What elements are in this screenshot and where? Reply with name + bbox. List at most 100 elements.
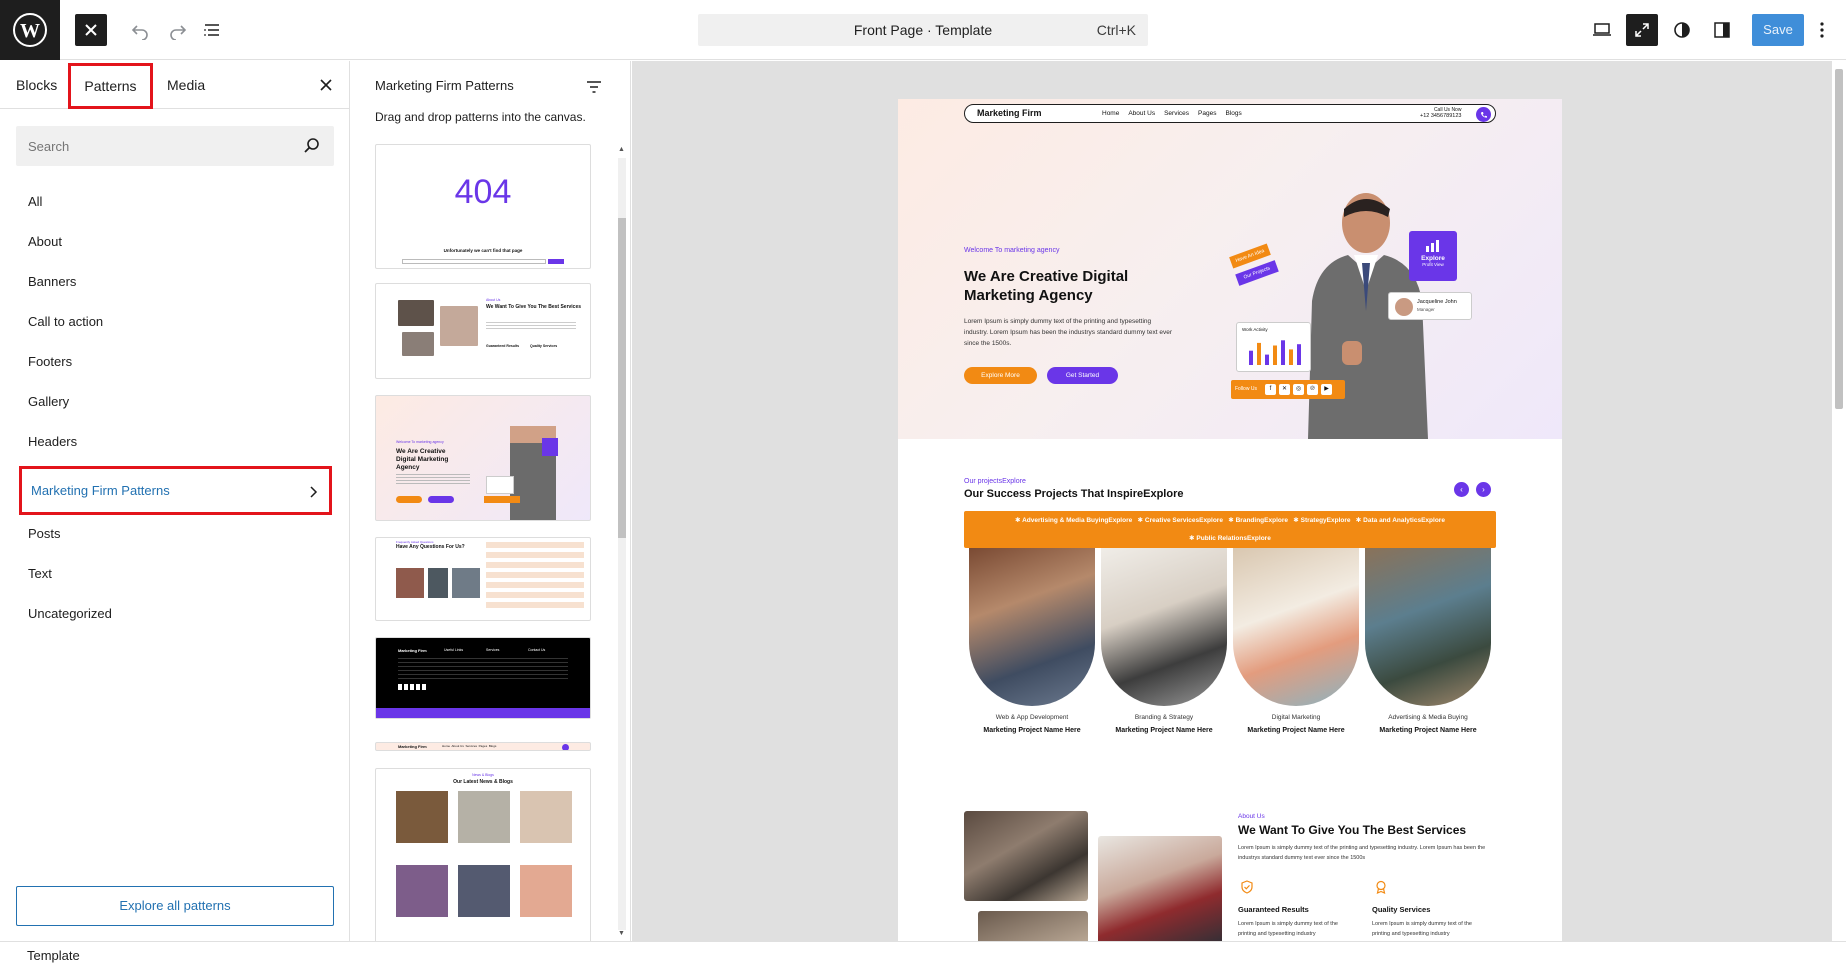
person-role: Manager <box>1417 307 1435 312</box>
category-text[interactable]: Text <box>16 554 334 594</box>
tab-blocks[interactable]: Blocks <box>16 61 57 109</box>
about-image-1 <box>964 811 1088 901</box>
styles-button[interactable] <box>1666 14 1698 46</box>
explore-all-patterns-button[interactable]: Explore all patterns <box>16 886 334 926</box>
site-header-nav[interactable]: Marketing Firm Home About Us Services Pa… <box>964 104 1496 123</box>
about-text: Lorem Ipsum is simply dummy text of the … <box>1238 845 1486 861</box>
breadcrumb-template[interactable]: Template <box>27 948 80 963</box>
explore-badge-sub: Profit View <box>1422 262 1444 267</box>
projects-kicker: Our projectsExplore <box>964 478 1026 485</box>
project-name-1[interactable]: Marketing Project Name Here <box>966 727 1098 734</box>
category-label: Marketing Firm Patterns <box>31 483 170 498</box>
settings-sidebar-button[interactable] <box>1706 14 1738 46</box>
project-card-image-2[interactable] <box>1101 548 1227 706</box>
category-posts[interactable]: Posts <box>16 514 334 554</box>
follow-us-bar: Follow Us f ✕ ◎ ℗ ▶ <box>1231 380 1345 399</box>
device-preview-button[interactable] <box>1586 14 1618 46</box>
category-footers[interactable]: Footers <box>16 342 334 382</box>
project-card-image-1[interactable] <box>969 548 1095 706</box>
explore-more-button[interactable]: Explore More <box>964 367 1037 384</box>
command-palette-bar[interactable]: Front Page · Template Ctrl+K <box>698 14 1148 46</box>
category-uncategorized[interactable]: Uncategorized <box>16 594 334 634</box>
filter-icon <box>587 81 601 93</box>
category-headers[interactable]: Headers <box>16 422 334 462</box>
hero-title: We Are Creative Digital Marketing Agency <box>964 268 1129 304</box>
redo-button[interactable] <box>162 14 194 46</box>
category-about[interactable]: About <box>16 222 334 262</box>
next-arrow-button[interactable]: › <box>1476 482 1491 497</box>
filter-button[interactable] <box>582 75 606 99</box>
project-category-2: Branding & Strategy <box>1134 714 1194 721</box>
category-marketing-firm-patterns[interactable]: Marketing Firm Patterns <box>19 466 332 515</box>
hero-section[interactable]: Marketing Firm Home About Us Services Pa… <box>898 99 1562 439</box>
close-panel-button[interactable] <box>316 75 336 95</box>
pattern-hero-kicker: Welcome To marketing agency <box>396 440 444 444</box>
project-name-3[interactable]: Marketing Project Name Here <box>1230 727 1362 734</box>
hero-text: Lorem Ipsum is simply dummy text of the … <box>964 318 1172 347</box>
template-preview-frame[interactable]: Marketing Firm Home About Us Services Pa… <box>898 99 1562 941</box>
menu-services[interactable]: Services <box>1164 110 1189 117</box>
project-card-image-4[interactable] <box>1365 548 1491 706</box>
patterns-scrollbar[interactable]: ▲ ▼ <box>616 146 626 941</box>
category-patterns-panel: Marketing Firm Patterns Drag and drop pa… <box>351 61 631 941</box>
category-all[interactable]: All <box>16 182 334 222</box>
pattern-footer-col1: Useful Links <box>444 648 464 652</box>
save-button[interactable]: Save <box>1752 14 1804 46</box>
menu-about[interactable]: About Us <box>1128 110 1155 117</box>
sidebar-icon <box>1714 22 1730 38</box>
project-category-4: Advertising & Media Buying <box>1388 714 1468 721</box>
pattern-preview-faq[interactable]: Frequently Asked Questions Have Any Ques… <box>375 537 591 621</box>
person-name: Jacqueline John <box>1417 299 1457 305</box>
category-gallery[interactable]: Gallery <box>16 382 334 422</box>
pattern-blog-title: Our Latest News & Blogs <box>453 779 513 785</box>
pattern-preview-services[interactable]: About Us We Want To Give You The Best Se… <box>375 283 591 379</box>
pinterest-icon[interactable]: ℗ <box>1307 384 1318 395</box>
document-overview-button[interactable] <box>196 14 228 46</box>
chevron-right-icon <box>308 466 318 515</box>
work-activity-bar <box>1281 340 1285 365</box>
project-name-4[interactable]: Marketing Project Name Here <box>1362 727 1494 734</box>
wordpress-logo-icon[interactable]: W <box>0 0 60 60</box>
pattern-preview-footer[interactable]: Marketing Firm Useful Links Services Con… <box>375 637 591 719</box>
youtube-icon[interactable]: ▶ <box>1321 384 1332 395</box>
category-banners[interactable]: Banners <box>16 262 334 302</box>
pattern-preview-blog[interactable]: News & Blogs Our Latest News & Blogs <box>375 768 591 941</box>
about-image-3 <box>978 911 1088 941</box>
prev-arrow-button[interactable]: ‹ <box>1454 482 1469 497</box>
pattern-search-input[interactable] <box>16 126 334 166</box>
x-icon[interactable]: ✕ <box>1279 384 1290 395</box>
block-inserter-panel: Blocks Patterns Media All About Banners … <box>0 61 350 941</box>
project-card-image-3[interactable] <box>1233 548 1359 706</box>
canvas-scrollbar[interactable] <box>1832 61 1846 941</box>
menu-pages[interactable]: Pages <box>1198 110 1216 117</box>
phone-icon[interactable] <box>1476 107 1491 122</box>
list-view-icon <box>204 24 219 36</box>
zoom-out-button[interactable] <box>1626 14 1658 46</box>
pattern-preview-404[interactable]: 404 Unfortunately we can't find that pag… <box>375 144 591 269</box>
instagram-icon[interactable]: ◎ <box>1293 384 1304 395</box>
menu-blogs[interactable]: Blogs <box>1225 110 1241 117</box>
tab-media[interactable]: Media <box>167 61 205 109</box>
call-info: Call Us Now +12 3456789123 <box>1420 107 1461 119</box>
work-activity-bar <box>1289 349 1293 365</box>
close-inserter-button[interactable] <box>75 14 107 46</box>
undo-button[interactable] <box>124 14 156 46</box>
get-started-button[interactable]: Get Started <box>1047 367 1118 384</box>
work-activity-card: Work Activity <box>1236 322 1311 372</box>
project-tags-bar: ✱ Advertising & Media BuyingExplore ✱ Cr… <box>964 511 1496 548</box>
tab-patterns[interactable]: Patterns <box>68 63 153 109</box>
more-vertical-icon <box>1820 22 1824 38</box>
site-logo[interactable]: Marketing Firm <box>977 108 1042 118</box>
project-name-2[interactable]: Marketing Project Name Here <box>1098 727 1230 734</box>
options-menu-button[interactable] <box>1806 14 1838 46</box>
pattern-preview-hero[interactable]: Welcome To marketing agency We Are Creat… <box>375 395 591 521</box>
pattern-header-brand: Marketing Firm <box>398 744 427 749</box>
menu-home[interactable]: Home <box>1102 110 1119 117</box>
pattern-preview-header[interactable]: Marketing Firm Home About Us Services Pa… <box>375 742 591 751</box>
pattern-services-col2: Quality Services <box>530 344 558 348</box>
pattern-faq-title: Have Any Questions For Us? <box>396 544 465 550</box>
category-call-to-action[interactable]: Call to action <box>16 302 334 342</box>
person-card: Jacqueline John Manager <box>1388 292 1472 320</box>
facebook-icon[interactable]: f <box>1265 384 1276 395</box>
explore-badge-title: Explore <box>1421 255 1445 262</box>
